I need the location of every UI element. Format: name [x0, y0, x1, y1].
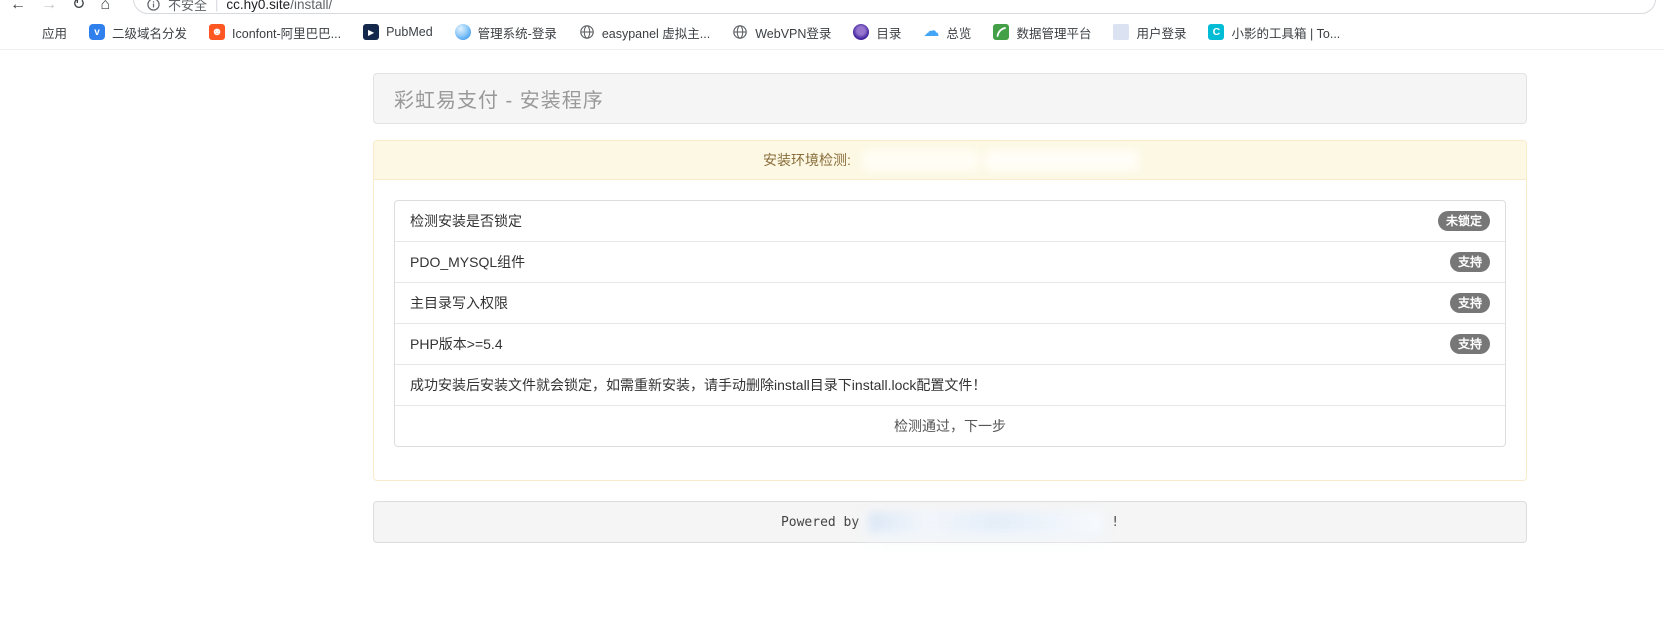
powered-by-label: Powered by: [781, 515, 859, 530]
check-label: 主目录写入权限: [410, 293, 508, 313]
check-row-write-permission: 主目录写入权限 支持: [395, 283, 1505, 324]
install-page: 彩虹易支付 - 安装程序 安装环境检测: 检测安装是否锁定 未锁定 PDO_MY…: [373, 73, 1527, 543]
check-table: 检测安装是否锁定 未锁定 PDO_MYSQL组件 支持 主目录写入权限 支持 P…: [394, 200, 1506, 447]
bookmark-label: 小影的工具箱 | To...: [1231, 23, 1340, 42]
next-step-link[interactable]: 检测通过，下一步: [894, 416, 1006, 436]
apps-label: 应用: [42, 23, 67, 42]
page-title-panel: 彩虹易支付 - 安装程序: [373, 73, 1527, 124]
bookmark-item[interactable]: v 二级域名分发: [78, 23, 198, 42]
bookmark-item[interactable]: 管理系统-登录: [444, 23, 568, 42]
env-check-panel: 安装环境检测: 检测安装是否锁定 未锁定 PDO_MYSQL组件 支持 主目录写…: [373, 140, 1527, 481]
lock-notice-text: 成功安装后安装文件就会锁定，如需重新安装，请手动删除install目录下inst…: [410, 375, 986, 395]
bookmark-label: 数据管理平台: [1016, 23, 1091, 42]
back-icon[interactable]: ←: [10, 0, 26, 15]
blue-shield-icon: v: [89, 24, 105, 40]
bookmark-label: Iconfont-阿里巴巴...: [232, 23, 341, 42]
bookmark-label: 总览: [946, 23, 971, 42]
check-label: PDO_MYSQL组件: [410, 252, 525, 272]
iconfont-icon: ☻: [209, 24, 225, 40]
home-icon[interactable]: ⌂: [100, 0, 110, 15]
status-badge: 未锁定: [1438, 211, 1490, 231]
url-text: cc.hy0.site/install/: [226, 0, 332, 12]
bookmark-label: 目录: [876, 23, 901, 42]
url-host: cc.hy0.site: [226, 0, 290, 12]
bookmark-item[interactable]: 用户登录: [1102, 23, 1197, 42]
globe-icon: [732, 24, 748, 40]
url-path: /install/: [290, 0, 332, 12]
info-icon[interactable]: [147, 0, 160, 11]
footer-suffix: !: [1111, 515, 1119, 530]
browser-nav: ← → ↻ ⌂: [10, 0, 110, 15]
bookmark-label: 管理系统-登录: [478, 23, 557, 42]
bookmark-item[interactable]: ▶ PubMed: [352, 24, 444, 40]
check-row-lock-notice: 成功安装后安装文件就会锁定，如需重新安装，请手动删除install目录下inst…: [395, 365, 1505, 406]
apps-shortcut[interactable]: 应用: [10, 23, 78, 42]
page-title: 彩虹易支付 - 安装程序: [394, 84, 604, 113]
bookmark-item[interactable]: ☁ 总览: [912, 23, 982, 42]
status-badge: 支持: [1450, 252, 1490, 272]
bookmark-label: easypanel 虚拟主...: [602, 23, 710, 42]
status-badge: 支持: [1450, 334, 1490, 354]
env-check-body: 检测安装是否锁定 未锁定 PDO_MYSQL组件 支持 主目录写入权限 支持 P…: [374, 180, 1526, 480]
omnibox-divider: |: [215, 0, 218, 12]
bookmark-item[interactable]: C 小影的工具箱 | To...: [1197, 23, 1351, 42]
status-badge: 支持: [1450, 293, 1490, 313]
globe-icon: [579, 24, 595, 40]
redacted-text: [869, 512, 1101, 532]
blank-favicon: [1113, 24, 1129, 40]
bookmark-label: 用户登录: [1136, 23, 1186, 42]
redacted-text: [987, 152, 1137, 169]
browser-toolbar: ← → ↻ ⌂ 不安全 | cc.hy0.site/install/: [0, 0, 1664, 15]
address-bar[interactable]: 不安全 | cc.hy0.site/install/: [133, 0, 1656, 14]
green-leaf-icon: [993, 24, 1009, 40]
env-check-heading: 安装环境检测:: [374, 141, 1526, 180]
bookmark-label: WebVPN登录: [755, 23, 831, 42]
blue-globe-icon: [455, 24, 471, 40]
bookmark-item[interactable]: WebVPN登录: [721, 23, 842, 42]
security-status-label: 不安全: [168, 0, 207, 14]
apps-grid-icon: [21, 25, 35, 39]
check-label: 检测安装是否锁定: [410, 211, 522, 231]
bookmark-item[interactable]: 数据管理平台: [982, 23, 1102, 42]
check-row-php-version: PHP版本>=5.4 支持: [395, 324, 1505, 365]
check-row-install-lock: 检测安装是否锁定 未锁定: [395, 201, 1505, 242]
bookmarks-bar: 应用 v 二级域名分发 ☻ Iconfont-阿里巴巴... ▶ PubMed …: [0, 15, 1664, 50]
pubmed-icon: ▶: [363, 24, 379, 40]
next-step-row[interactable]: 检测通过，下一步: [395, 406, 1505, 446]
bookmark-label: PubMed: [386, 25, 433, 39]
purple-circle-icon: [853, 24, 869, 40]
redacted-text: [865, 152, 977, 169]
check-label: PHP版本>=5.4: [410, 334, 503, 354]
bookmark-item[interactable]: easypanel 虚拟主...: [568, 23, 721, 42]
env-check-heading-label: 安装环境检测:: [763, 150, 851, 170]
bookmark-item[interactable]: 目录: [842, 23, 912, 42]
reload-icon[interactable]: ↻: [72, 0, 85, 15]
forward-icon[interactable]: →: [41, 0, 57, 15]
bookmark-label: 二级域名分发: [112, 23, 187, 42]
bookmark-item[interactable]: ☻ Iconfont-阿里巴巴...: [198, 23, 352, 42]
footer-panel: Powered by !: [373, 501, 1527, 543]
cyan-tool-icon: C: [1208, 24, 1224, 40]
check-row-pdo-mysql: PDO_MYSQL组件 支持: [395, 242, 1505, 283]
cloud-icon: ☁: [923, 24, 939, 40]
